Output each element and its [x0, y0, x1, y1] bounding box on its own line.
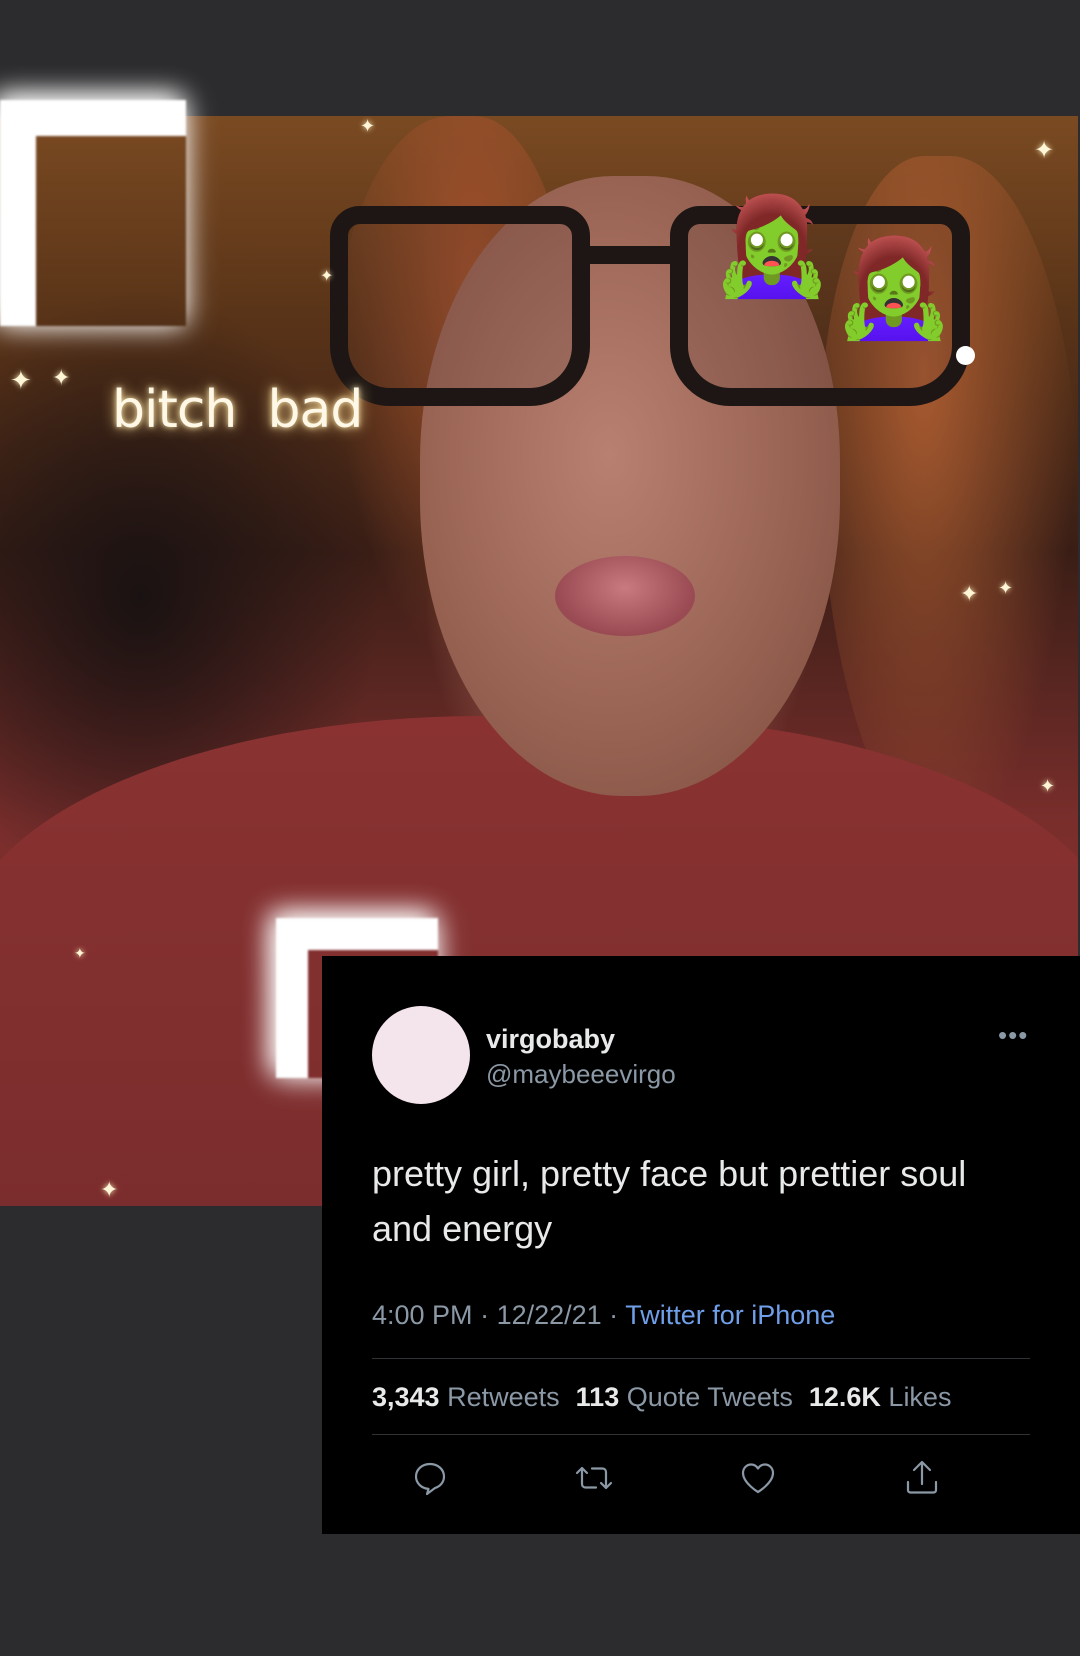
likes-stat[interactable]: 12.6K Likes [809, 1382, 952, 1412]
more-options-icon[interactable]: ••• [998, 1020, 1028, 1051]
sparkle-icon: ✦ [1034, 136, 1055, 164]
glow-caption: bitch bad [112, 380, 363, 440]
sparkle-icon: ✦ [52, 366, 71, 391]
share-icon[interactable] [902, 1458, 942, 1498]
display-name[interactable]: virgobaby [486, 1024, 615, 1055]
quote-tweets-stat[interactable]: 113 Quote Tweets [576, 1382, 793, 1412]
sparkle-icon: ✦ [360, 116, 376, 137]
avatar[interactable] [372, 1006, 470, 1104]
user-handle[interactable]: @maybeeevirgo [486, 1059, 676, 1090]
sparkle-icon: ✦ [74, 946, 86, 962]
retweet-icon[interactable] [574, 1458, 614, 1498]
sparkle-icon: ✦ [100, 1178, 119, 1203]
sparkle-icon: ✦ [960, 582, 979, 607]
glow-corner-top-left [0, 100, 186, 326]
tweet-source-link[interactable]: Twitter for iPhone [625, 1300, 835, 1330]
sparkle-icon: ✦ [10, 366, 32, 396]
like-icon[interactable] [738, 1458, 778, 1498]
sparkle-icon: ✦ [1040, 776, 1056, 797]
glasses-bridge [580, 246, 680, 264]
retweets-stat[interactable]: 3,343 Retweets [372, 1382, 560, 1412]
meta-separator: · [472, 1300, 497, 1330]
tweet-date: 12/22/21 [496, 1300, 602, 1330]
meta-separator: · [601, 1300, 626, 1330]
tweet-time: 4:00 PM [372, 1300, 473, 1330]
zombie-sticker: 🧟‍♀️ [712, 190, 832, 302]
zombie-sticker: 🧟‍♀️ [834, 232, 954, 344]
tweet-meta: 4:00 PM · 12/22/21 · Twitter for iPhone [372, 1300, 835, 1331]
sparkle-icon: ✦ [998, 578, 1014, 599]
divider [372, 1358, 1030, 1359]
left-lens [330, 206, 590, 406]
reply-icon[interactable] [410, 1458, 450, 1498]
tweet-card: virgobaby @maybeeevirgo ••• pretty girl,… [322, 956, 1080, 1534]
sparkle-icon: ✦ [320, 266, 334, 285]
tweet-stats: 3,343 Retweets 113 Quote Tweets 12.6K Like… [372, 1382, 951, 1413]
divider [372, 1434, 1030, 1435]
lips [555, 556, 695, 636]
white-dot [956, 346, 975, 365]
tweet-text: pretty girl, pretty face but prettier so… [372, 1153, 967, 1249]
